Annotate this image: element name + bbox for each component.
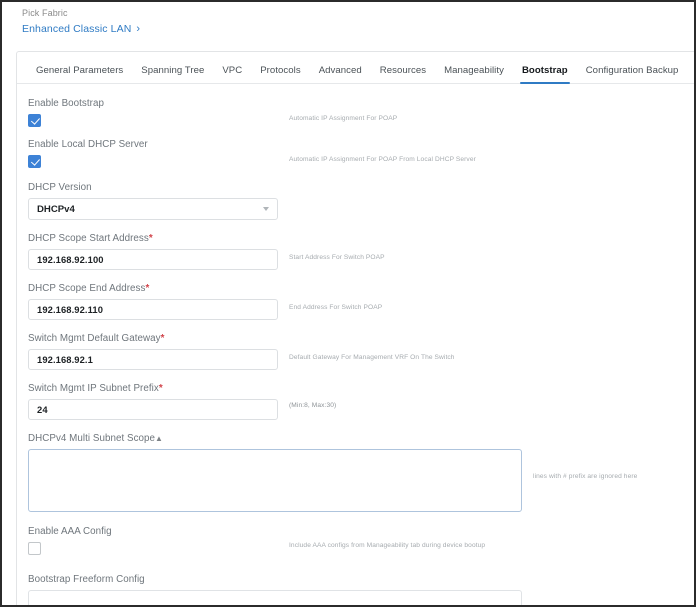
help-dhcpv4-multi-subnet-scope: lines with # prefix are ignored here: [533, 473, 638, 480]
breadcrumb-link-enhanced-classic-lan[interactable]: Enhanced Classic LAN: [22, 23, 131, 35]
checkbox-enable-bootstrap[interactable]: [28, 114, 41, 127]
tab-spanning-tree[interactable]: Spanning Tree: [132, 65, 213, 83]
input-switch-mgmt-ip-subnet-prefix[interactable]: 24: [28, 399, 278, 420]
field-dhcp-scope-start-address: DHCP Scope Start Address* 192.168.92.100…: [17, 233, 694, 270]
input-switch-mgmt-default-gateway-value: 192.168.92.1: [37, 354, 93, 365]
breadcrumb-link-row[interactable]: Enhanced Classic LAN ›: [22, 23, 694, 35]
bootstrap-settings-page: Pick Fabric Enhanced Classic LAN › Gener…: [0, 0, 696, 607]
required-asterisk: *: [148, 233, 153, 244]
textarea-dhcpv4-multi-subnet-scope[interactable]: [28, 449, 522, 512]
label-switch-mgmt-default-gateway: Switch Mgmt Default Gateway*: [28, 333, 289, 344]
label-text: DHCP Scope Start Address: [28, 233, 149, 244]
tab-general-parameters[interactable]: General Parameters: [27, 65, 132, 83]
settings-card: General Parameters Spanning Tree VPC Pro…: [16, 51, 694, 605]
field-bootstrap-freeform-config: Bootstrap Freeform Config Additional CLI…: [17, 574, 694, 605]
label-enable-aaa-config: Enable AAA Config: [28, 526, 112, 537]
bootstrap-form: Enable Bootstrap Automatic IP Assignment…: [17, 84, 694, 605]
help-dhcp-scope-start-address: Start Address For Switch POAP: [289, 254, 385, 261]
field-switch-mgmt-default-gateway: Switch Mgmt Default Gateway* 192.168.92.…: [17, 333, 694, 370]
tab-bootstrap[interactable]: Bootstrap: [513, 65, 577, 84]
field-switch-mgmt-ip-subnet-prefix: Switch Mgmt IP Subnet Prefix* 24 (Min:8,…: [17, 383, 694, 420]
label-text: DHCPv4 Multi Subnet Scope: [28, 433, 156, 444]
help-enable-aaa-config: Include AAA configs from Manageability t…: [289, 542, 486, 549]
tab-bar: General Parameters Spanning Tree VPC Pro…: [17, 52, 694, 84]
input-dhcp-scope-end-address[interactable]: 192.168.92.110: [28, 299, 278, 320]
input-switch-mgmt-default-gateway[interactable]: 192.168.92.1: [28, 349, 278, 370]
input-dhcp-scope-start-address-value: 192.168.92.100: [37, 254, 104, 265]
help-enable-bootstrap: Automatic IP Assignment For POAP: [289, 115, 398, 122]
checkbox-enable-local-dhcp-server[interactable]: [28, 155, 41, 168]
tab-resources[interactable]: Resources: [371, 65, 435, 83]
label-text: DHCP Scope End Address: [28, 283, 146, 294]
breadcrumb: Pick Fabric Enhanced Classic LAN ›: [2, 2, 694, 35]
field-dhcp-version: DHCP Version DHCPv4: [17, 182, 694, 220]
required-asterisk: *: [160, 333, 165, 344]
label-text: Switch Mgmt IP Subnet Prefix: [28, 383, 159, 394]
help-dhcp-scope-end-address: End Address For Switch POAP: [289, 304, 383, 311]
textarea-bootstrap-freeform-config[interactable]: [28, 590, 522, 605]
label-enable-bootstrap: Enable Bootstrap: [28, 98, 104, 109]
required-asterisk: *: [145, 283, 150, 294]
checkbox-enable-aaa-config[interactable]: [28, 542, 41, 555]
label-text: Switch Mgmt Default Gateway: [28, 333, 161, 344]
tab-manageability[interactable]: Manageability: [435, 65, 513, 83]
field-dhcpv4-multi-subnet-scope: DHCPv4 Multi Subnet Scope▲ lines with # …: [17, 433, 694, 512]
input-switch-mgmt-ip-subnet-prefix-value: 24: [37, 404, 48, 415]
required-asterisk: *: [158, 383, 163, 394]
chevron-down-icon: [263, 207, 269, 211]
input-dhcp-scope-end-address-value: 192.168.92.110: [37, 304, 104, 315]
tab-configuration-backup[interactable]: Configuration Backup: [577, 65, 688, 83]
chevron-right-icon: ›: [136, 22, 141, 35]
label-dhcp-version: DHCP Version: [28, 182, 92, 193]
label-dhcpv4-multi-subnet-scope: DHCPv4 Multi Subnet Scope▲: [28, 433, 533, 444]
label-dhcp-scope-start-address: DHCP Scope Start Address*: [28, 233, 289, 244]
label-enable-local-dhcp-server: Enable Local DHCP Server: [28, 139, 148, 150]
tab-flow-monitor[interactable]: Flow Monitor: [687, 65, 694, 83]
tab-protocols[interactable]: Protocols: [251, 65, 309, 83]
breadcrumb-title: Pick Fabric: [22, 8, 68, 18]
select-dhcp-version-value: DHCPv4: [37, 203, 75, 215]
input-dhcp-scope-start-address[interactable]: 192.168.92.100: [28, 249, 278, 270]
hint-switch-mgmt-ip-subnet-prefix: (Min:8, Max:30): [289, 402, 337, 409]
tab-advanced[interactable]: Advanced: [310, 65, 371, 83]
tab-vpc[interactable]: VPC: [213, 65, 251, 83]
field-enable-bootstrap: Enable Bootstrap Automatic IP Assignment…: [17, 98, 694, 127]
field-dhcp-scope-end-address: DHCP Scope End Address* 192.168.92.110 E…: [17, 283, 694, 320]
label-switch-mgmt-ip-subnet-prefix: Switch Mgmt IP Subnet Prefix*: [28, 383, 289, 394]
label-bootstrap-freeform-config: Bootstrap Freeform Config: [28, 574, 145, 585]
help-switch-mgmt-default-gateway: Default Gateway For Management VRF On Th…: [289, 354, 455, 361]
field-enable-local-dhcp-server: Enable Local DHCP Server Automatic IP As…: [17, 139, 694, 168]
select-dhcp-version[interactable]: DHCPv4: [28, 198, 278, 220]
help-enable-local-dhcp-server: Automatic IP Assignment For POAP From Lo…: [289, 156, 476, 163]
field-enable-aaa-config: Enable AAA Config Include AAA configs fr…: [17, 526, 694, 555]
warning-triangle-icon: ▲: [155, 433, 164, 443]
help-bootstrap-freeform-config: Additional CLIs required during device b…: [533, 574, 694, 605]
label-dhcp-scope-end-address: DHCP Scope End Address*: [28, 283, 289, 294]
